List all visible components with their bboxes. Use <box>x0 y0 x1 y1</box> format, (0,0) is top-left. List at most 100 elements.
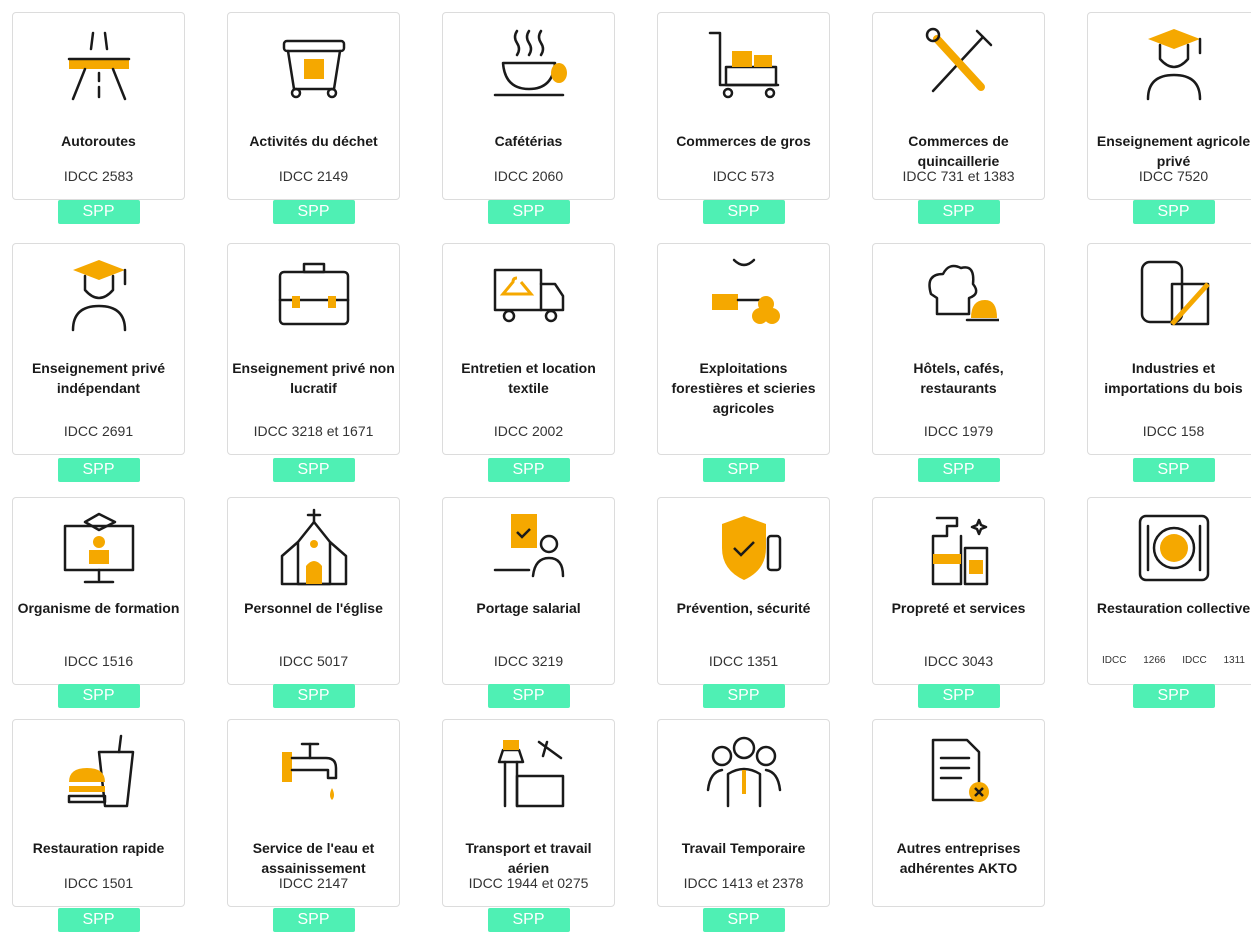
sector-card[interactable]: Enseignement privé non lucratif IDCC 3218… <box>227 243 400 455</box>
sector-card[interactable]: Cafétérias IDCC 2060 <box>442 12 615 200</box>
sector-title: Restauration collective <box>1096 600 1251 616</box>
spp-button[interactable]: SPP <box>487 200 570 224</box>
online-training-icon <box>59 508 139 588</box>
truck-icon <box>489 254 569 334</box>
spp-button[interactable]: SPP <box>702 684 785 708</box>
sector-title: Service de l'eau et assainissement <box>252 840 375 876</box>
spp-button[interactable]: SPP <box>917 458 1000 482</box>
spp-button[interactable]: SPP <box>272 908 355 932</box>
highway-icon <box>59 23 139 103</box>
fast-food-icon <box>59 730 139 810</box>
sector-title: Prévention, sécurité <box>676 600 811 616</box>
spp-button[interactable]: SPP <box>487 458 570 482</box>
idcc-number: IDCC 1351 <box>708 653 779 669</box>
sector-card[interactable]: Industries et importations du bois IDCC 1… <box>1087 243 1251 455</box>
spp-button[interactable]: SPP <box>57 908 140 932</box>
sector-card[interactable]: Service de l'eau et assainissement IDCC 2… <box>227 719 400 907</box>
spp-button[interactable]: SPP <box>272 684 355 708</box>
idcc-number: IDCC 3218 et 1671 <box>253 423 374 439</box>
sector-title: Propreté et services <box>891 600 1026 616</box>
sector-card[interactable]: Activités du déchet IDCC 2149 <box>227 12 400 200</box>
sector-card[interactable]: Hôtels, cafés, restaurants IDCC 1979 <box>872 243 1045 455</box>
sector-card[interactable]: Organisme de formation IDCC 1516 <box>12 497 185 685</box>
church-icon <box>274 508 354 588</box>
sector-title: Transport et travail aérien <box>465 840 592 876</box>
sector-card[interactable]: Autoroutes IDCC 2583 <box>12 12 185 200</box>
idcc-number: IDCC 2060 <box>493 168 564 184</box>
spp-button[interactable]: SPP <box>487 684 570 708</box>
sector-card[interactable]: Propreté et services IDCC 3043 <box>872 497 1045 685</box>
sector-title: Portage salarial <box>476 600 581 616</box>
cleaning-products-icon <box>919 508 999 588</box>
water-tap-icon <box>274 730 354 810</box>
idcc-number: IDCC 7520 <box>1138 168 1209 184</box>
spp-button[interactable]: SPP <box>917 684 1000 708</box>
sector-title: Commerces de gros <box>676 133 811 149</box>
spp-button[interactable]: SPP <box>57 458 140 482</box>
graduate-icon <box>1134 23 1214 103</box>
sector-card[interactable]: Entretien et location textile IDCC 2002 <box>442 243 615 455</box>
sector-card[interactable]: Autres entreprises adhérentes AKTO <box>872 719 1045 907</box>
sector-card[interactable]: Exploitations forestières et scieries ag… <box>657 243 830 455</box>
sector-title: Autoroutes <box>61 133 136 149</box>
sector-card[interactable]: Transport et travail aérien IDCC 1944 et … <box>442 719 615 907</box>
sector-title: Activités du déchet <box>249 133 378 149</box>
plate-icon <box>1134 508 1214 588</box>
sector-title: Enseignement privé non lucratif <box>232 360 395 396</box>
spp-button[interactable]: SPP <box>702 200 785 224</box>
sector-card[interactable]: Prévention, sécurité IDCC 1351 <box>657 497 830 685</box>
spp-button[interactable]: SPP <box>1132 684 1215 708</box>
sector-card[interactable]: Restauration collective IDCC 1266 IDCC 13… <box>1087 497 1251 685</box>
airport-icon <box>489 730 569 810</box>
team-icon <box>704 730 784 810</box>
sector-title: Autres entreprises adhérentes AKTO <box>896 840 1021 876</box>
spp-button[interactable]: SPP <box>702 908 785 932</box>
sector-title: Enseignement agricole privé <box>1096 133 1251 169</box>
sector-card[interactable]: Enseignement agricole privé IDCC 7520 <box>1087 12 1251 200</box>
briefcase-icon <box>274 254 354 334</box>
chainsaw-icon <box>704 254 784 334</box>
spp-button[interactable]: SPP <box>272 200 355 224</box>
idcc-number: IDCC 1516 <box>63 653 134 669</box>
spp-button[interactable]: SPP <box>702 458 785 482</box>
idcc-number: IDCC 1944 et 0275 <box>468 875 589 891</box>
idcc-number: IDCC 2149 <box>278 168 349 184</box>
security-shield-icon <box>704 508 784 588</box>
graduate-icon <box>59 254 139 334</box>
cart-icon <box>704 23 784 103</box>
sector-card[interactable]: Portage salarial IDCC 3219 <box>442 497 615 685</box>
sector-title: Organisme de formation <box>17 600 180 616</box>
sector-card[interactable]: Travail Temporaire IDCC 1413 et 2378 <box>657 719 830 907</box>
idcc-number: IDCC 1266 IDCC 1311 <box>1102 655 1245 666</box>
spp-button[interactable]: SPP <box>1132 458 1215 482</box>
sector-title: Cafétérias <box>494 133 563 149</box>
idcc-number: IDCC 1979 <box>923 423 994 439</box>
idcc-number: IDCC 3219 <box>493 653 564 669</box>
wood-crate-icon <box>1134 254 1214 334</box>
sector-title: Enseignement privé indépendant <box>31 360 166 396</box>
idcc-number: IDCC 2691 <box>63 423 134 439</box>
spp-button[interactable]: SPP <box>57 684 140 708</box>
spp-button[interactable]: SPP <box>1132 200 1215 224</box>
sector-card[interactable]: Commerces de gros IDCC 573 <box>657 12 830 200</box>
idcc-number: IDCC 2147 <box>278 875 349 891</box>
sector-card[interactable]: Enseignement privé indépendant IDCC 2691 <box>12 243 185 455</box>
chef-hat-icon <box>919 254 999 334</box>
spp-button[interactable]: SPP <box>272 458 355 482</box>
idcc-number: IDCC 573 <box>712 168 775 184</box>
sector-title: Personnel de l'église <box>244 600 383 616</box>
document-icon <box>919 730 999 810</box>
sector-card[interactable]: Commerces de quincaillerie IDCC 731 et 13… <box>872 12 1045 200</box>
sector-title: Travail Temporaire <box>681 840 806 856</box>
idcc-number: IDCC 158 <box>1142 423 1205 439</box>
sector-title: Commerces de quincaillerie <box>908 133 1009 169</box>
coffee-cup-icon <box>489 23 569 103</box>
sector-card[interactable]: Restauration rapide IDCC 1501 <box>12 719 185 907</box>
spp-button[interactable]: SPP <box>57 200 140 224</box>
sector-card[interactable]: Personnel de l'église IDCC 5017 <box>227 497 400 685</box>
spp-button[interactable]: SPP <box>917 200 1000 224</box>
idcc-number: IDCC 3043 <box>923 653 994 669</box>
spp-button[interactable]: SPP <box>487 908 570 932</box>
sector-title: Hôtels, cafés, restaurants <box>913 360 1004 396</box>
idcc-number: IDCC 2002 <box>493 423 564 439</box>
